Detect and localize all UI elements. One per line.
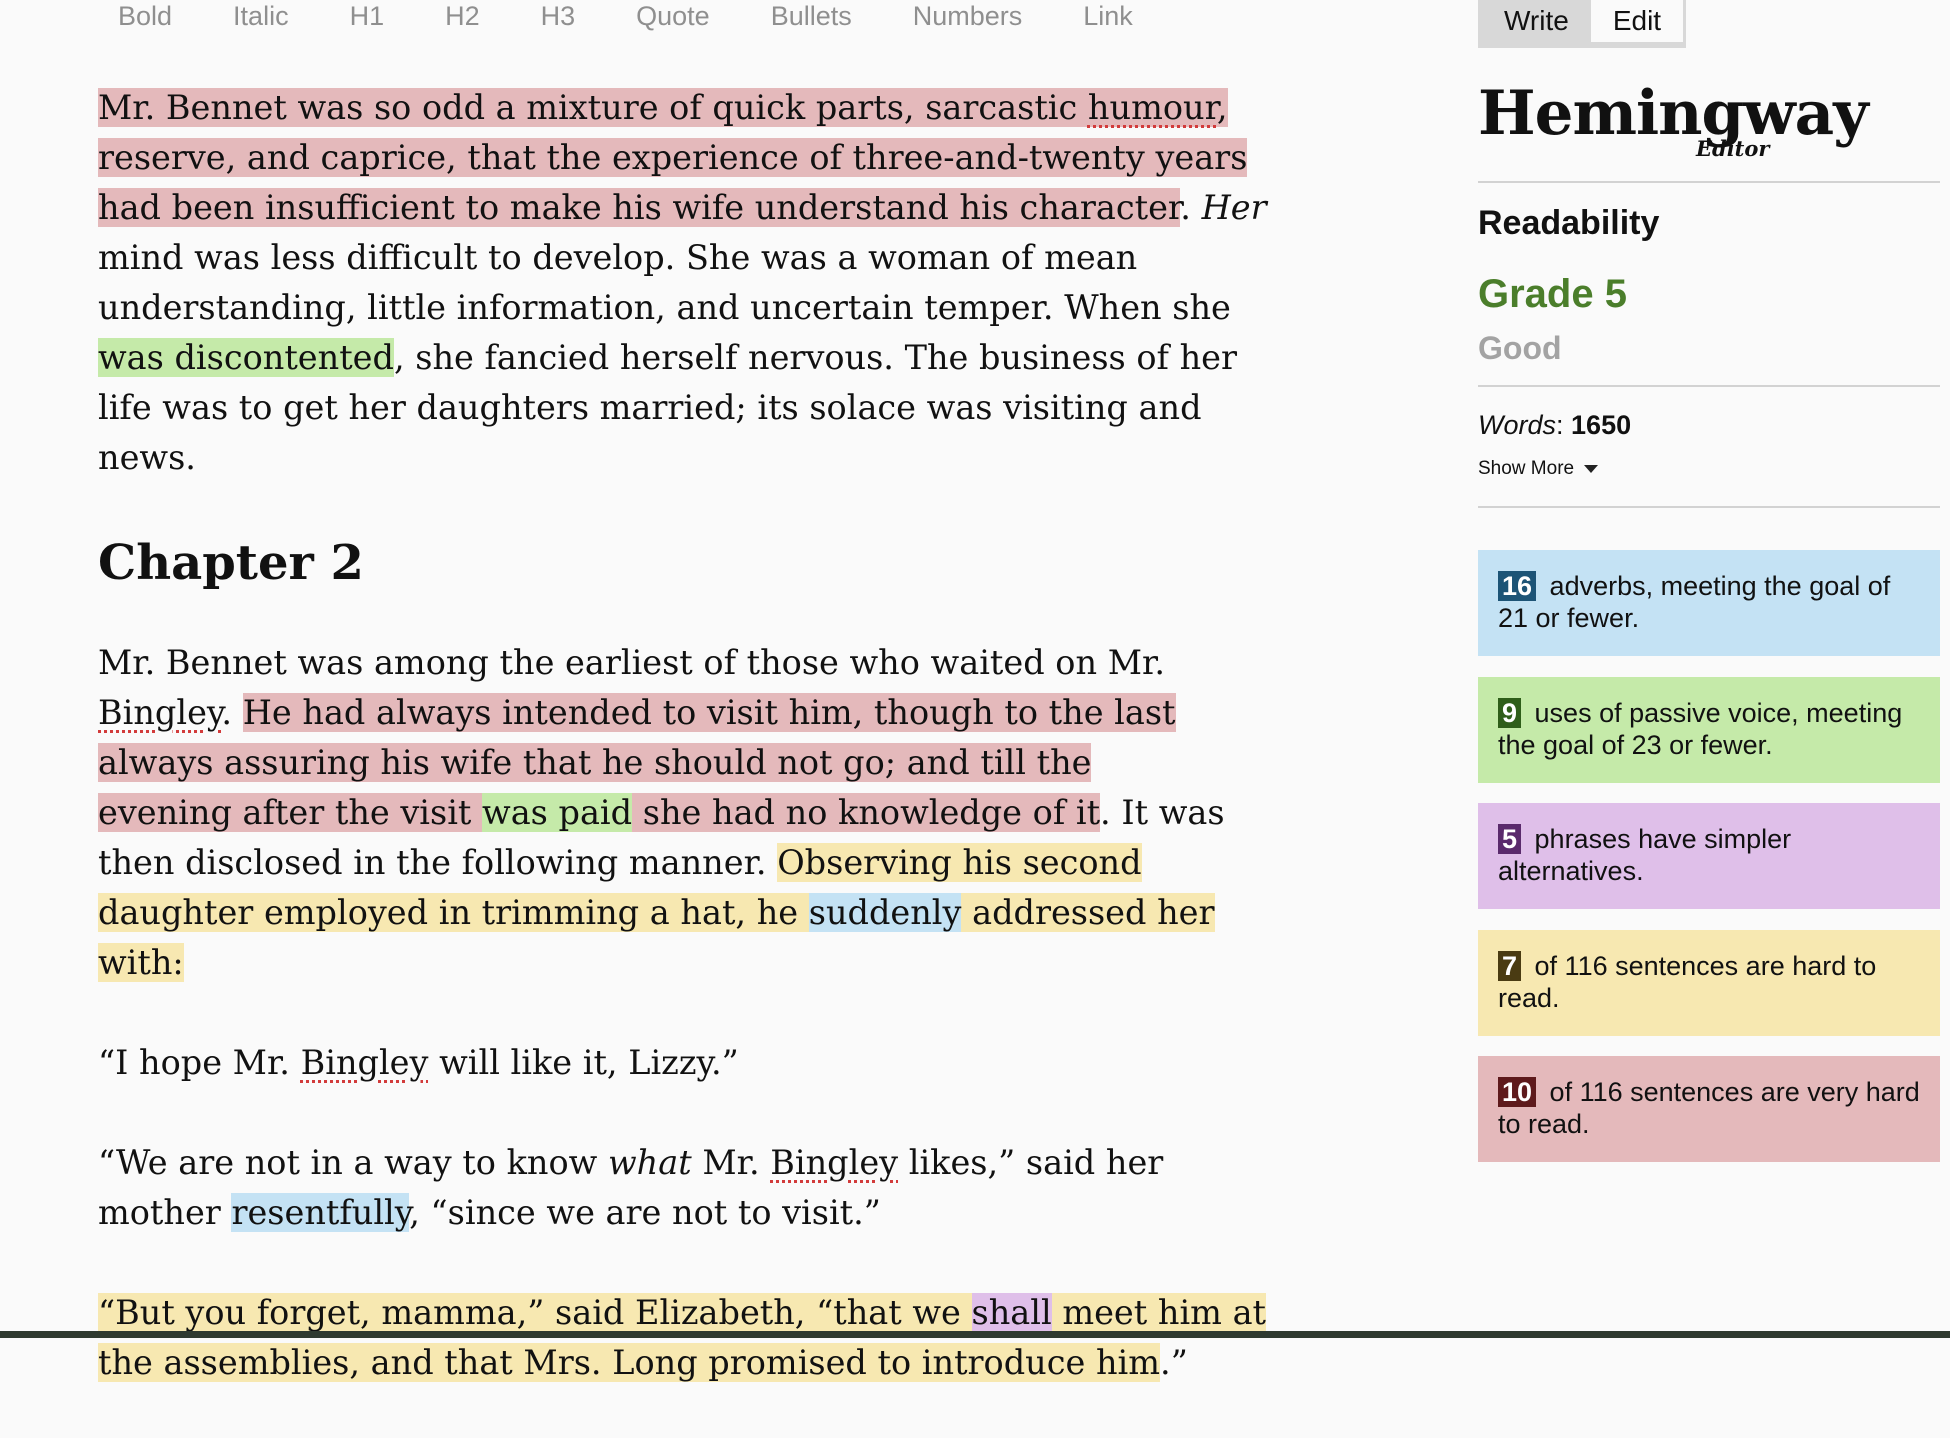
text-run: will like it, Lizzy.” xyxy=(428,1043,739,1082)
app-logo-title: Hemingway xyxy=(1478,78,1869,149)
text-run: .” xyxy=(1160,1343,1188,1382)
hard-count-badge: 7 xyxy=(1498,951,1522,981)
spelling-flag: Bingley xyxy=(300,1043,429,1082)
chapter-heading: Chapter 2 xyxy=(98,535,364,591)
text-run: , “since we are not to visit.” xyxy=(409,1193,881,1232)
very-hard-sentence-highlight: He had always intended to visit him, tho… xyxy=(98,693,1176,832)
edit-mode-button[interactable]: Edit xyxy=(1590,0,1684,42)
grade-level: Grade 5 xyxy=(1478,272,1627,316)
text-run: . xyxy=(1180,188,1202,227)
very-hard-sentences-card: 10 of 116 sentences are very hard to rea… xyxy=(1478,1056,1940,1162)
text-run: Mr. Bennet was among the earliest of tho… xyxy=(98,643,1165,682)
bullets-button[interactable]: Bullets xyxy=(771,0,852,32)
caret-down-icon xyxy=(1584,465,1599,473)
passive-card-text: uses of passive voice, meeting the goal … xyxy=(1498,698,1903,760)
divider xyxy=(1478,506,1940,508)
paragraph: “We are not in a way to know what Mr. Bi… xyxy=(98,1138,1228,1238)
simpler-count-badge: 5 xyxy=(1498,824,1522,854)
show-more-label: Show More xyxy=(1478,458,1575,479)
word-count-separator: : xyxy=(1556,410,1572,440)
passive-count-badge: 9 xyxy=(1498,698,1522,728)
mode-toggle: Write Edit xyxy=(1478,0,1686,48)
h2-button[interactable]: H2 xyxy=(445,0,480,32)
h1-button[interactable]: H1 xyxy=(350,0,385,32)
word-count: Words: 1650 xyxy=(1478,410,1631,441)
write-mode-button[interactable]: Write xyxy=(1482,0,1591,42)
italic-text: Her xyxy=(1201,188,1267,227)
paragraph: “I hope Mr. Bingley will like it, Lizzy.… xyxy=(98,1038,1278,1088)
show-more-button[interactable]: Show More xyxy=(1478,458,1599,480)
passive-voice-highlight: was paid xyxy=(482,793,633,832)
italic-button[interactable]: Italic xyxy=(233,0,289,32)
text-run: “We are not in a way to know xyxy=(98,1143,608,1182)
simpler-card-text: phrases have simpler alternatives. xyxy=(1498,824,1792,886)
text-run: “But you forget, mamma,” said Elizabeth,… xyxy=(98,1293,972,1332)
paragraph: Mr. Bennet was so odd a mixture of quick… xyxy=(98,83,1268,483)
editor-text-area[interactable]: Mr. Bennet was so odd a mixture of quick… xyxy=(98,83,1278,1438)
very-hard-count-badge: 10 xyxy=(1498,1077,1537,1107)
link-button[interactable]: Link xyxy=(1083,0,1133,32)
text-run: “I hope Mr. xyxy=(98,1043,301,1082)
adverbs-card-text: adverbs, meeting the goal of 21 or fewer… xyxy=(1498,571,1891,633)
paragraph: Mr. Bennet was among the earliest of tho… xyxy=(98,638,1228,988)
spelling-flag: Bingley xyxy=(770,1143,899,1182)
grade-rating: Good xyxy=(1478,330,1562,366)
h3-button[interactable]: H3 xyxy=(541,0,576,32)
divider xyxy=(1478,181,1940,183)
quote-button[interactable]: Quote xyxy=(636,0,710,32)
passive-voice-highlight: was discontented xyxy=(98,338,394,377)
divider xyxy=(1478,385,1940,387)
text-run: Mr. Bennet was so odd a mixture of quick… xyxy=(98,88,1088,127)
text-run: she had no knowledge of it xyxy=(632,793,1101,832)
text-run: . xyxy=(221,693,243,732)
passive-voice-card: 9 uses of passive voice, meeting the goa… xyxy=(1478,677,1940,783)
spelling-flag: humour xyxy=(1087,88,1217,127)
bottom-edge-bar xyxy=(0,1331,1950,1338)
adverbs-count-badge: 16 xyxy=(1498,571,1537,601)
very-hard-sentence-highlight: Mr. Bennet was so odd a mixture of quick… xyxy=(98,88,1248,227)
bold-button[interactable]: Bold xyxy=(118,0,172,32)
italic-text: what xyxy=(607,1143,692,1182)
text-run: mind was less difficult to develop. She … xyxy=(98,238,1231,327)
formatting-toolbar: Bold Italic H1 H2 H3 Quote Bullets Numbe… xyxy=(118,0,1194,36)
simpler-alternative-highlight: shall xyxy=(971,1293,1052,1332)
readability-heading: Readability xyxy=(1478,204,1660,242)
word-count-label: Words xyxy=(1478,410,1557,440)
hard-sentences-card: 7 of 116 sentences are hard to read. xyxy=(1478,930,1940,1036)
very-hard-card-text: of 116 sentences are very hard to read. xyxy=(1498,1077,1920,1139)
spelling-flag: Bingley xyxy=(98,693,222,732)
app-logo-subtitle: Editor xyxy=(1696,136,1770,161)
adverb-highlight: resentfully xyxy=(231,1193,410,1232)
numbers-button[interactable]: Numbers xyxy=(913,0,1023,32)
simpler-alternatives-card: 5 phrases have simpler alternatives. xyxy=(1478,803,1940,909)
text-run: Mr. xyxy=(691,1143,771,1182)
word-count-value: 1650 xyxy=(1571,410,1632,440)
adverb-highlight: suddenly xyxy=(808,893,962,932)
hard-card-text: of 116 sentences are hard to read. xyxy=(1498,951,1877,1013)
paragraph: “But you forget, mamma,” said Elizabeth,… xyxy=(98,1288,1278,1388)
adverbs-card: 16 adverbs, meeting the goal of 21 or fe… xyxy=(1478,550,1940,656)
